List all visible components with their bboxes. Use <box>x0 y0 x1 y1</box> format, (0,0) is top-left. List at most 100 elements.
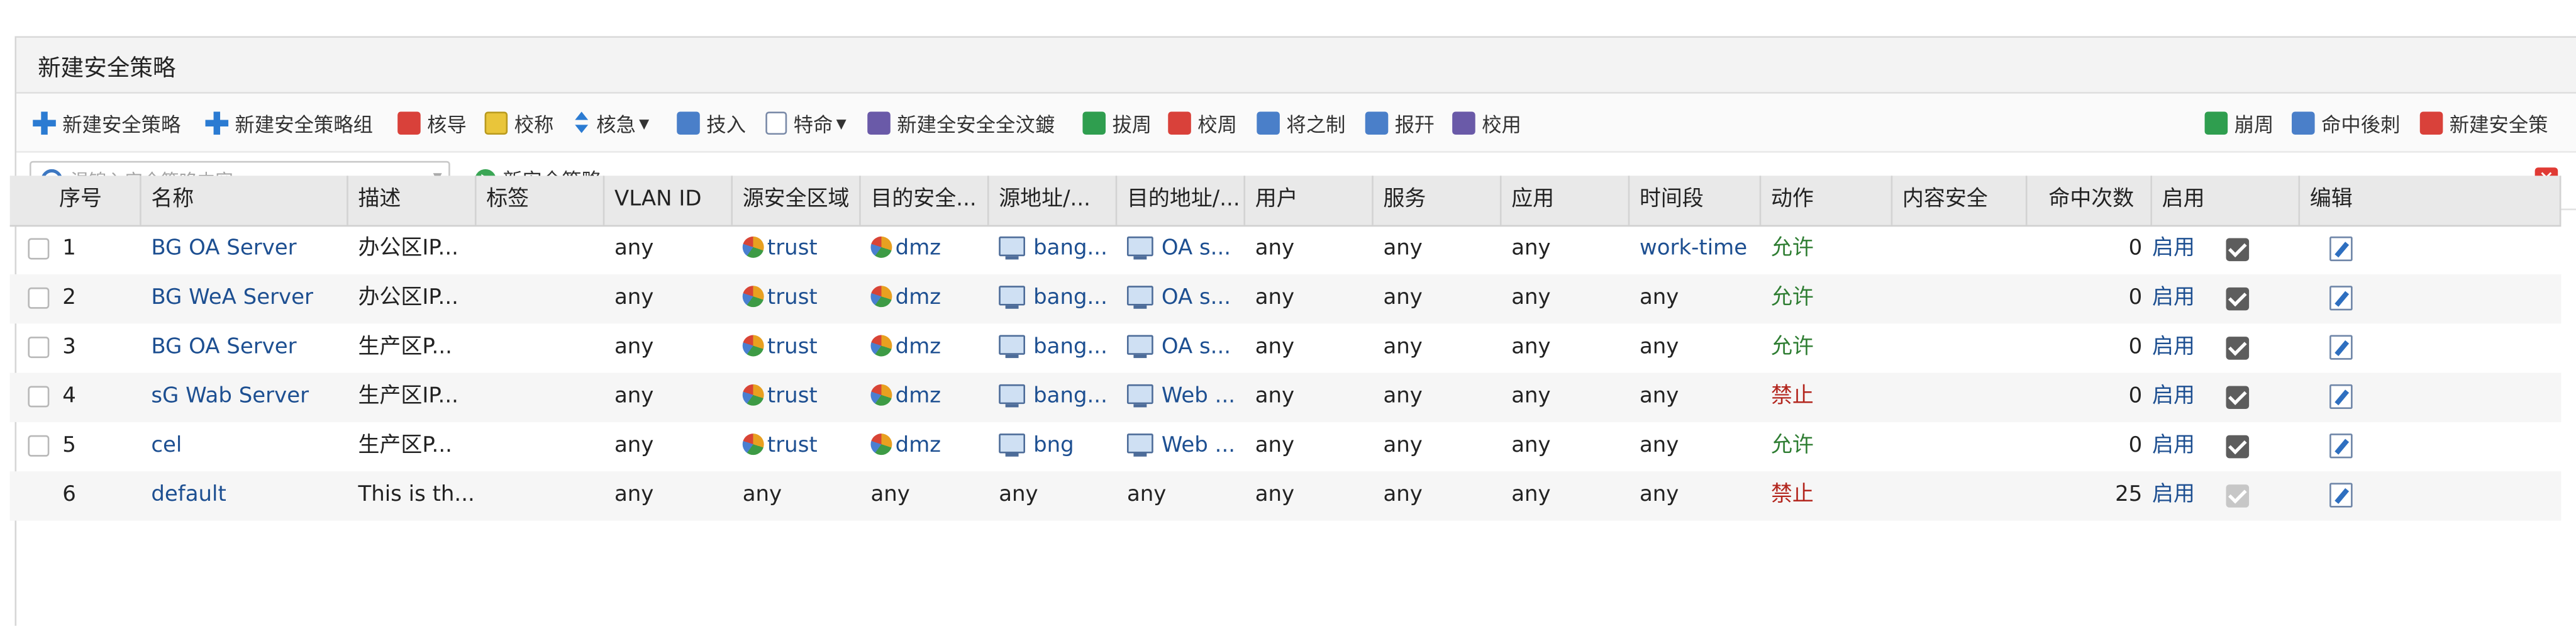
cell-content <box>1892 373 2027 422</box>
cell-hits: 0 <box>2027 422 2152 471</box>
cell-name[interactable]: default <box>142 471 348 520</box>
cell-service-text: any <box>1383 236 1423 262</box>
cell-tag <box>477 225 605 274</box>
column-header-service[interactable]: 服务 <box>1374 176 1502 225</box>
toolbar-button-label: 校周 <box>1197 112 1238 136</box>
enable-checkbox[interactable] <box>2226 238 2250 262</box>
column-header-app[interactable]: 应用 <box>1502 176 1630 225</box>
toolbar-button-lock[interactable]: 特命 ▼ <box>765 108 847 138</box>
toolbar-button-policy[interactable]: 新建安全策 <box>2419 108 2548 138</box>
cell-service-text: any <box>1383 433 1423 459</box>
cell-service-text: any <box>1383 483 1423 508</box>
column-header-src-addr[interactable]: 源地址/... <box>989 176 1118 225</box>
enable-checkbox[interactable] <box>2226 287 2250 311</box>
column-header-src-zone[interactable]: 源安全区域 <box>733 176 861 225</box>
edit-icon[interactable] <box>2329 483 2353 508</box>
cell-src-addr: bng <box>989 422 1118 471</box>
column-header-seq[interactable]: 序号 <box>10 176 142 225</box>
toolbar-button-enable[interactable]: 拔周 <box>1082 108 1152 138</box>
cell-enabled-text: 启用 <box>2151 335 2195 360</box>
column-header-action[interactable]: 动作 <box>1761 176 1893 225</box>
zone-icon <box>742 236 764 258</box>
cell-app-text: any <box>1511 433 1551 459</box>
table-row[interactable]: 6 default This is th... any any any any any any a… <box>9 471 2562 521</box>
cell-app: any <box>1502 225 1630 274</box>
column-header-hits[interactable]: 命中次数 <box>2027 176 2152 225</box>
cell-action-text: 允许 <box>1770 335 1814 360</box>
column-header-dst-zone[interactable]: 目的安全... <box>861 176 989 225</box>
edit-icon[interactable] <box>2329 335 2353 360</box>
cell-action-text: 允许 <box>1770 433 1814 459</box>
table-row[interactable]: 4 sG Wab Server 生产区IP... any trust dmz bang...… <box>9 372 2562 422</box>
cell-desc: 办公区IP... <box>348 274 477 323</box>
toolbar-button-delete[interactable]: 核导 <box>397 108 467 138</box>
cell-src-addr-text: bang... <box>1033 384 1108 410</box>
cell-name[interactable]: BG WeA Server <box>142 274 348 323</box>
cell-app: any <box>1502 373 1630 422</box>
cell-app: any <box>1502 471 1630 520</box>
cell-src-zone-text: trust <box>767 236 818 262</box>
hit-icon <box>2292 111 2315 135</box>
column-header-desc[interactable]: 描述 <box>348 176 477 225</box>
cell-name[interactable]: BG OA Server <box>142 323 348 372</box>
cell-user: any <box>1245 422 1374 471</box>
cell-vlan: any <box>604 471 733 520</box>
enable-checkbox[interactable] <box>2226 435 2250 459</box>
cell-seq: 4 <box>10 373 142 422</box>
cell-dst-zone: dmz <box>861 225 989 274</box>
zone-icon <box>742 384 764 406</box>
toolbar-button-plus[interactable]: 新建安全策略组 <box>205 108 373 138</box>
edit-icon[interactable] <box>2329 433 2353 459</box>
zone-icon <box>870 286 892 308</box>
cell-name[interactable]: sG Wab Server <box>142 373 348 422</box>
enable-checkbox[interactable] <box>2226 386 2250 410</box>
column-header-content[interactable]: 内容安全 <box>1892 176 2028 225</box>
toolbar-button-label: 技入 <box>706 112 746 136</box>
column-header-name[interactable]: 名称 <box>142 176 348 225</box>
zone-icon <box>870 236 892 258</box>
cell-user: any <box>1245 471 1374 520</box>
edit-icon[interactable] <box>2329 286 2353 311</box>
enable-checkbox[interactable] <box>2226 484 2250 508</box>
table-row[interactable]: 1 BG OA Server 办公区IP... any trust dmz bang... O… <box>10 225 2562 274</box>
zone-icon <box>870 433 892 456</box>
edit-icon[interactable] <box>2329 384 2353 410</box>
toolbar-button-label: 特命 <box>793 112 833 136</box>
table-row[interactable]: 2 BG WeA Server 办公区IP... any trust dmz bang...… <box>9 274 2562 324</box>
toolbar-button-insert[interactable]: 技入 <box>677 108 746 138</box>
toolbar-button-hit[interactable]: 命中後刺 <box>2292 108 2400 138</box>
table-row[interactable]: 3 BG OA Server 生产区P... any trust dmz bang... OA… <box>10 323 2562 372</box>
cell-content <box>1892 225 2027 274</box>
toolbar-button-move[interactable]: 核急 ▼ <box>574 108 649 138</box>
column-header-enabled[interactable]: 启用 <box>2152 176 2301 225</box>
cell-service-text: any <box>1383 335 1423 360</box>
toolbar-button-stat[interactable]: 将之制 <box>1257 108 1345 138</box>
toolbar-button-refresh[interactable]: 崩周 <box>2204 108 2273 138</box>
column-header-dst-addr[interactable]: 目的地址/... <box>1117 176 1246 225</box>
toolbar-button-list[interactable]: 校用 <box>1452 108 1521 138</box>
cell-dst-addr-text: OA s... <box>1161 335 1231 360</box>
cell-seq-text: 6 <box>62 483 76 508</box>
column-header-user[interactable]: 用户 <box>1245 176 1374 225</box>
toolbar-button-disable[interactable]: 校周 <box>1168 108 1237 138</box>
cell-user: any <box>1245 323 1374 372</box>
zone-icon <box>742 335 764 357</box>
column-header-edit[interactable]: 编辑 <box>2300 176 2562 225</box>
cell-vlan-text: any <box>614 433 654 459</box>
toolbar-button-copy[interactable]: 校称 <box>484 108 553 138</box>
toolbar-button-plus[interactable]: 新建安全策略 <box>33 108 180 138</box>
cell-desc: 生产区P... <box>348 323 477 372</box>
toolbar-button-group[interactable]: 新建全安全全汶鍍 <box>867 108 1055 138</box>
cell-vlan: any <box>604 225 733 274</box>
edit-icon[interactable] <box>2329 236 2353 262</box>
enable-checkbox[interactable] <box>2226 337 2250 360</box>
column-header-tag[interactable]: 标签 <box>477 176 605 225</box>
toolbar-button-report[interactable]: 报幵 <box>1365 108 1434 138</box>
cell-name[interactable]: cel <box>142 422 348 471</box>
cell-seq-text: 5 <box>62 433 76 459</box>
column-header-vlan[interactable]: VLAN ID <box>604 176 733 225</box>
column-header-time[interactable]: 时间段 <box>1629 176 1762 225</box>
cell-name[interactable]: BG OA Server <box>142 225 348 274</box>
cell-action-text: 禁止 <box>1770 384 1814 410</box>
table-row[interactable]: 5 cel 生产区P... any trust dmz bng Web ... any any an… <box>10 422 2562 471</box>
